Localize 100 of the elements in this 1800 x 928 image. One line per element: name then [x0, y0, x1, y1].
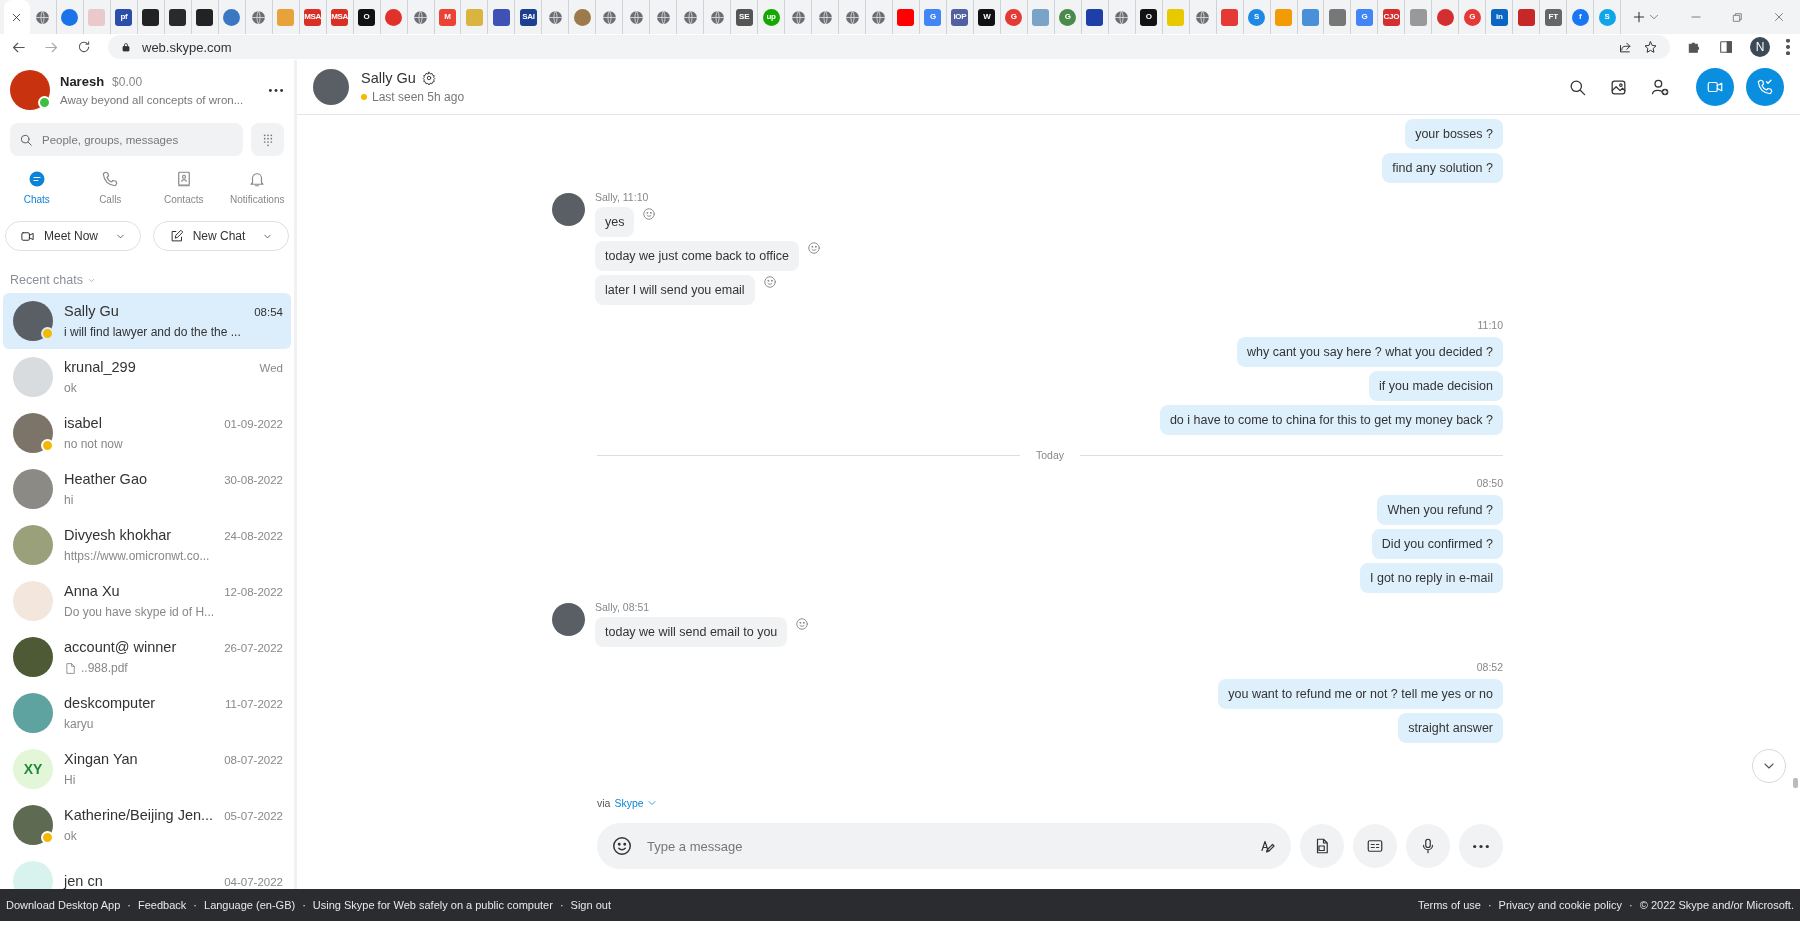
photo-placeholder [313, 69, 349, 105]
browser-tab[interactable]: CJO [1378, 0, 1406, 34]
reload-icon[interactable] [76, 39, 92, 55]
favicon-icon: up [762, 8, 780, 26]
browser-tab[interactable]: SAI [515, 0, 543, 34]
skype-link[interactable]: Skype [614, 797, 658, 809]
browser-tab[interactable]: FT [1540, 0, 1568, 34]
restore-icon[interactable] [1731, 10, 1745, 24]
side-panel-icon[interactable] [1718, 39, 1734, 55]
browser-tab[interactable]: f [1567, 0, 1595, 34]
chat-list-item[interactable]: Sally Gu 08:54 i will find lawyer and do the the ... [3, 293, 291, 349]
footer-link[interactable]: Privacy and cookie policy [1498, 899, 1623, 911]
reaction-icon[interactable] [762, 275, 777, 289]
message-field[interactable]: Type a message [597, 823, 1291, 869]
favicon-icon: f [1571, 8, 1589, 26]
browser-tab[interactable]: G [1459, 0, 1487, 34]
browser-tab[interactable]: O [1135, 0, 1163, 34]
footer-link[interactable]: Download Desktop App [6, 899, 121, 911]
meet-now-button[interactable]: Meet Now [5, 221, 141, 251]
contact-name: Katherine/Beijing Jen... [64, 807, 214, 823]
add-person-icon[interactable] [1650, 77, 1670, 97]
chat-list-item[interactable]: account@ winner 26-07-2022 ..988.pdf [3, 629, 291, 685]
sender-label: Sally, 08:51 [595, 601, 650, 613]
browser-tab[interactable]: G [1351, 0, 1379, 34]
browser-tab[interactable]: in [1486, 0, 1514, 34]
star-icon[interactable] [1643, 39, 1658, 55]
message-preview: Do you have skype id of H... [64, 605, 215, 619]
send-file-button[interactable] [1300, 824, 1344, 868]
browser-tab[interactable]: G [1054, 0, 1082, 34]
message-bubble: today we will send email to you [595, 617, 788, 647]
video-call-button[interactable] [1696, 68, 1734, 106]
chat-list-item[interactable]: Divyesh khokhar 24-08-2022 https://www.omicronwt.co... [3, 517, 291, 573]
more-icon[interactable] [268, 87, 284, 93]
reaction-icon[interactable] [806, 241, 821, 255]
reaction-icon[interactable] [795, 617, 810, 631]
nav-tab[interactable]: Contacts [147, 170, 221, 205]
globe-icon [681, 8, 699, 26]
message-preview: https://www.omicronwt.co... [64, 549, 210, 563]
browser-tab[interactable]: M [434, 0, 462, 34]
contact-name: Anna Xu [64, 583, 120, 599]
message-preview: Hi [64, 773, 76, 787]
settings-icon[interactable] [421, 71, 436, 85]
favicon-icon: M [439, 8, 456, 26]
browser-tab[interactable]: SE [731, 0, 759, 34]
emoji-icon[interactable] [611, 835, 633, 857]
footer-link[interactable]: Sign out [570, 899, 611, 911]
separator-dot: · [559, 899, 564, 911]
chat-list-item[interactable]: Katherine/Beijing Jen... 05-07-2022 ok [3, 797, 291, 853]
profile-avatar[interactable]: N [1750, 37, 1770, 57]
browser-tab[interactable]: G [1000, 0, 1028, 34]
nav-tab[interactable]: Chats [0, 170, 74, 205]
browser-tab[interactable]: MSA [299, 0, 327, 34]
contact-card-button[interactable] [1353, 824, 1397, 868]
message-time: 08:52 [1476, 661, 1503, 673]
footer-link[interactable]: © 2022 Skype and/or Microsoft. [1639, 899, 1794, 911]
chat-list-item[interactable]: Anna Xu 12-08-2022 Do you have skype id of H... [3, 573, 291, 629]
audio-call-button[interactable] [1746, 68, 1784, 106]
contact-name: deskcomputer [64, 695, 156, 711]
nav-tab[interactable]: Calls [73, 170, 147, 205]
footer-link[interactable]: Language (en-GB) [204, 899, 296, 911]
browser-tab[interactable]: W [973, 0, 1001, 34]
address-bar[interactable]: web.skype.com [108, 35, 1670, 59]
chat-list-item[interactable]: deskcomputer 11-07-2022 karyu [3, 685, 291, 741]
message-bubble: later I will send you email [595, 275, 755, 305]
compose-icon [168, 228, 184, 244]
scrollbar-thumb[interactable] [1793, 778, 1798, 788]
browser-tab[interactable]: IOP [946, 0, 974, 34]
chat-list-item[interactable]: krunal_299 Wed ok [3, 349, 291, 405]
browser-tab[interactable]: MSA [326, 0, 354, 34]
message-time: 08:50 [1476, 477, 1503, 489]
footer-link[interactable]: Using Skype for Web safely on a public computer [312, 899, 553, 911]
browser-tab[interactable]: G [919, 0, 947, 34]
new-chat-button[interactable]: New Chat [153, 221, 289, 251]
footer-link[interactable]: Terms of use [1417, 899, 1481, 911]
chat-list-item[interactable]: Heather Gao 30-08-2022 hi [3, 461, 291, 517]
contact-name: account@ winner [64, 639, 177, 655]
browser-tab[interactable]: S [1243, 0, 1271, 34]
contact-name: Heather Gao [64, 471, 148, 487]
contact-name: Sally Gu [64, 303, 119, 319]
globe-icon [1113, 8, 1131, 26]
chat-list-item[interactable]: isabel 01-09-2022 no not now [3, 405, 291, 461]
nav-tab[interactable]: Notifications [220, 170, 294, 205]
extensions-icon[interactable] [1686, 39, 1702, 55]
message-input[interactable]: Type a message [645, 837, 1247, 855]
message-bubble: do i have to come to china for this to get my money back ? [1159, 405, 1503, 435]
message-bubble: Did you confirmed ? [1371, 529, 1503, 559]
globe-icon [250, 8, 268, 26]
voice-message-button[interactable] [1406, 824, 1450, 868]
chat-list-item[interactable]: XY Xingan Yan 08-07-2022 Hi [3, 741, 291, 797]
browser-tab[interactable]: pf [110, 0, 138, 34]
reaction-icon[interactable] [642, 207, 657, 221]
search-input[interactable]: People, groups, messages [40, 132, 234, 147]
share-icon[interactable] [1618, 39, 1633, 55]
menu-icon[interactable] [1786, 39, 1790, 55]
globe-icon [870, 8, 888, 26]
favicon-icon: O [358, 8, 376, 26]
search-bar[interactable]: People, groups, messages [10, 123, 243, 156]
browser-tab[interactable]: O [353, 0, 381, 34]
favicon-icon: SAI [519, 8, 537, 26]
footer-link[interactable]: Feedback [138, 899, 187, 911]
